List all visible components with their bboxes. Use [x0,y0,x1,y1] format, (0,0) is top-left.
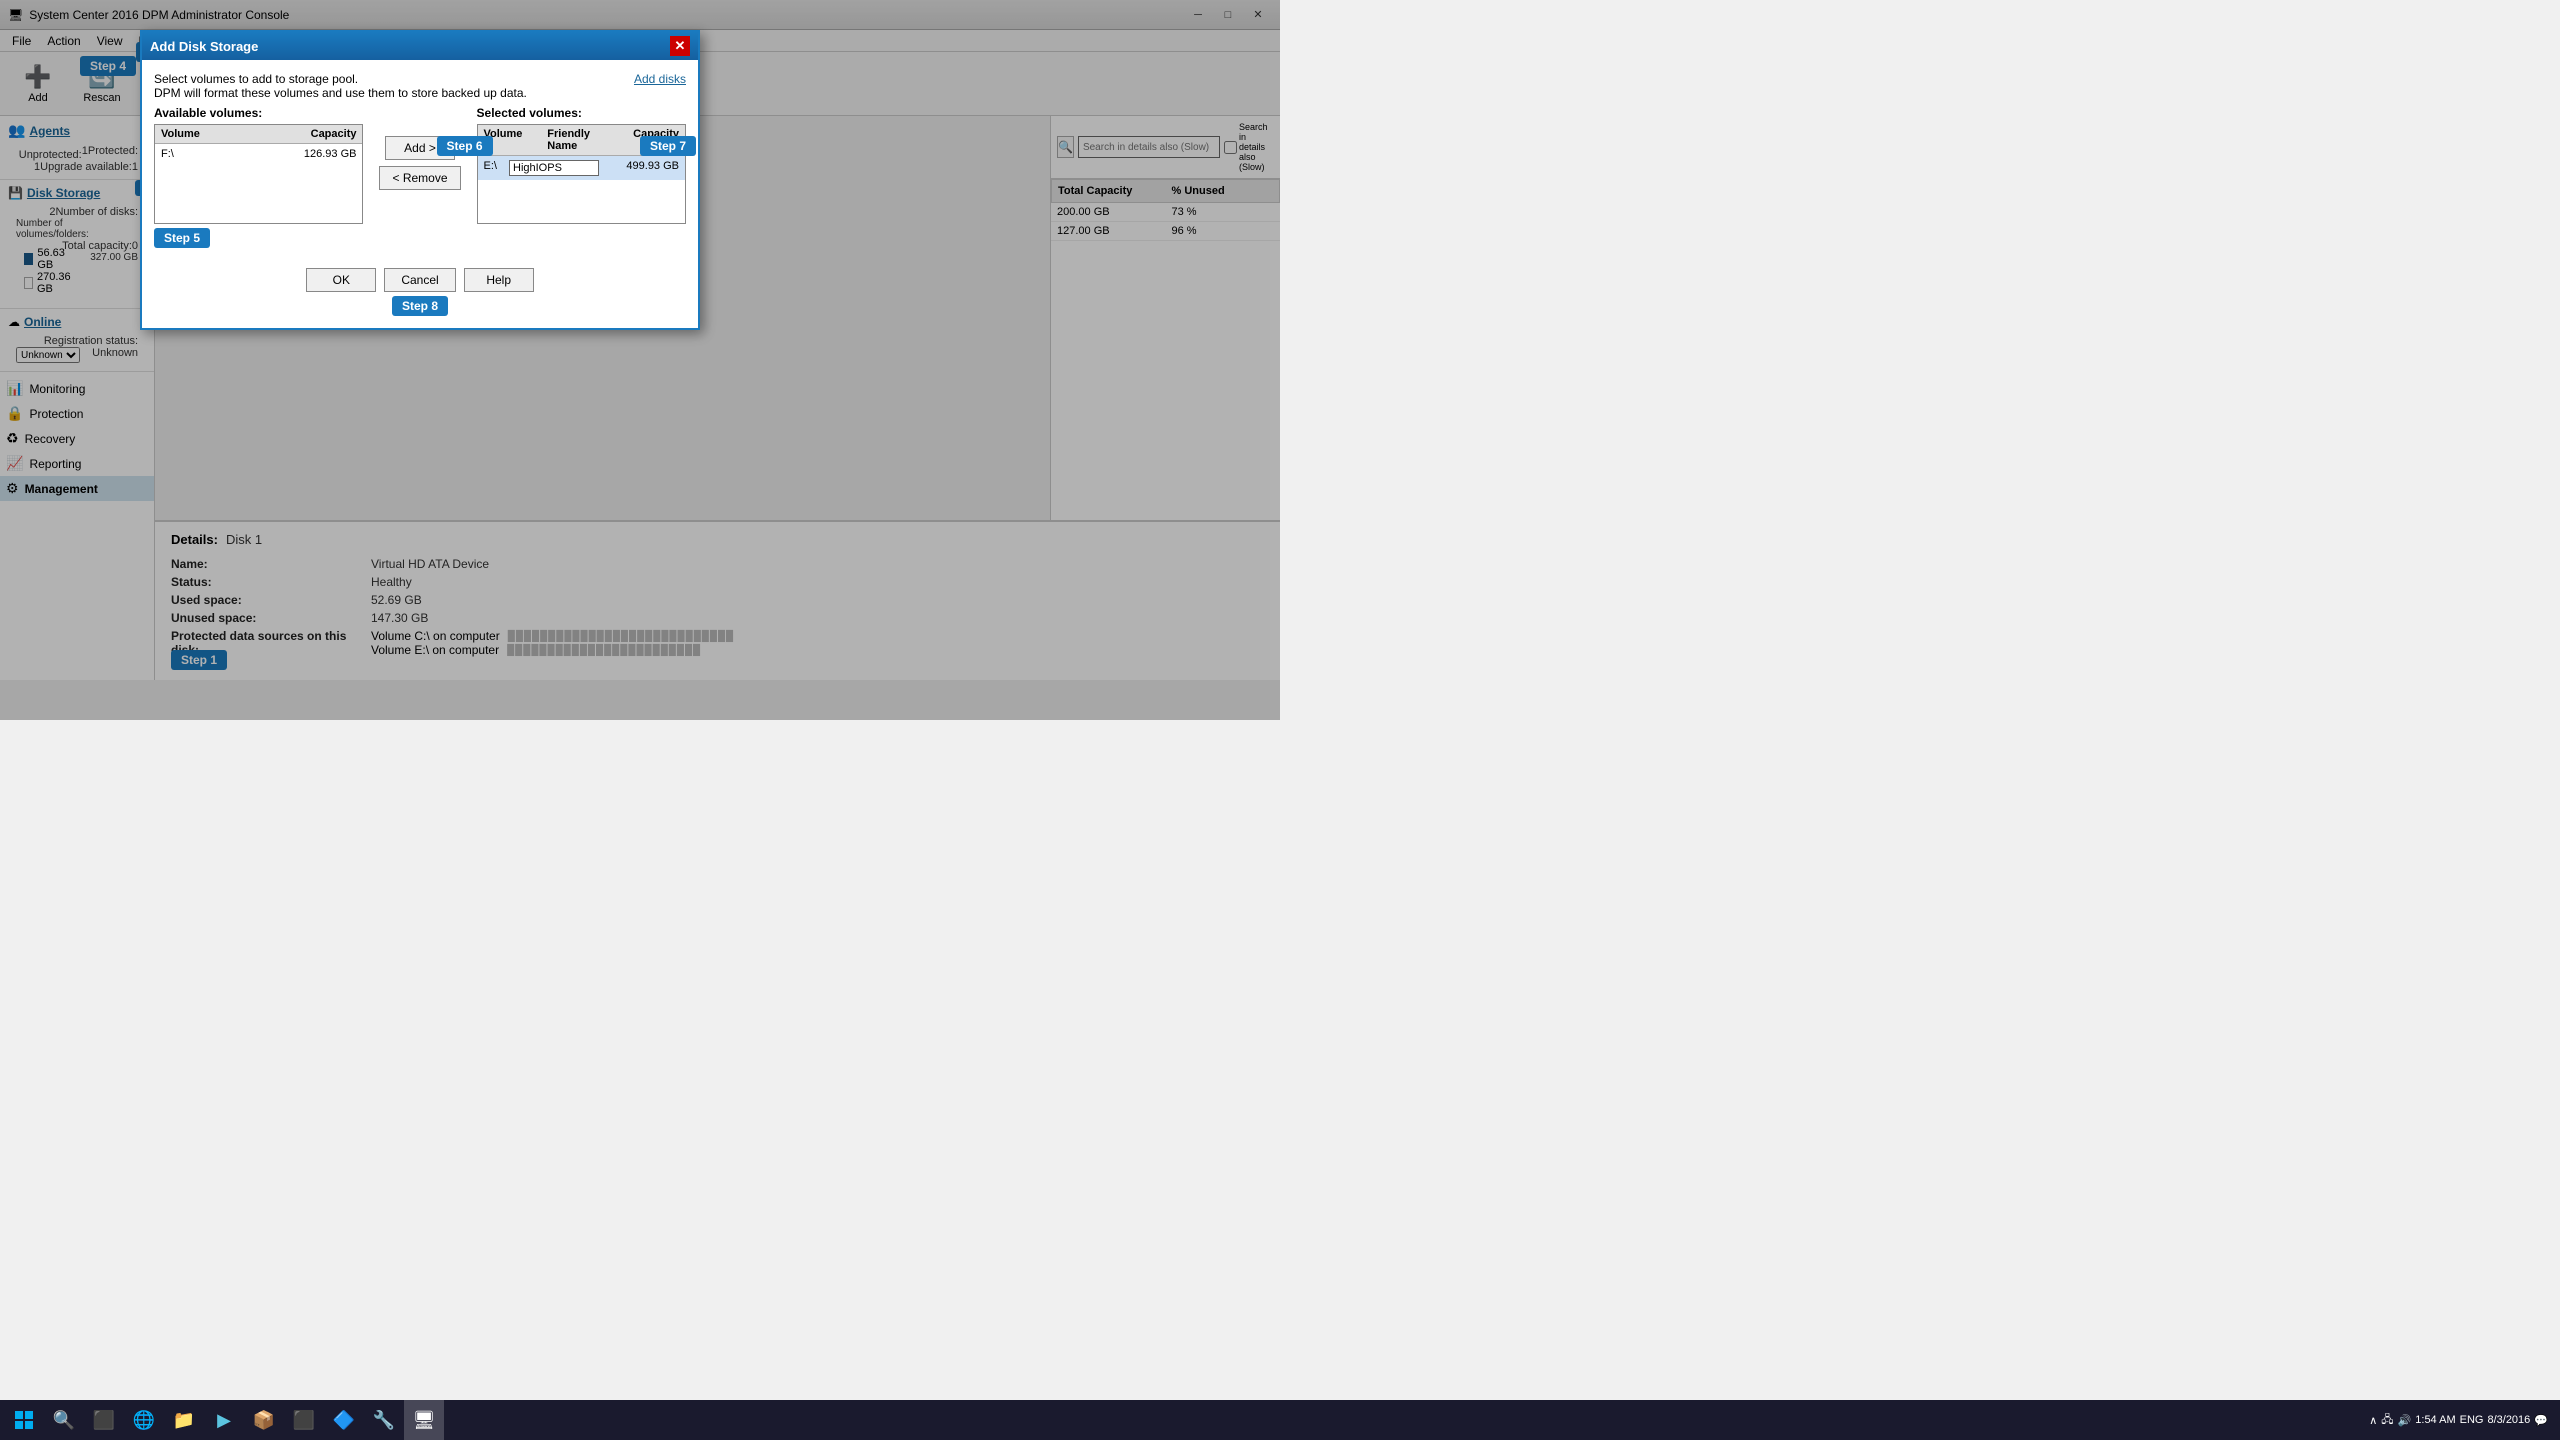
taskbar-app3[interactable]: 🔧 [364,1400,404,1440]
avail-vol-cap: 126.93 GB [272,146,362,162]
friendly-name-input[interactable] [509,160,599,176]
remove-volume-button[interactable]: < Remove [379,166,460,190]
available-volumes-table: Volume Capacity F:\ 126.93 GB [154,124,363,224]
avail-col-volume: Volume [155,125,272,143]
taskbar-chevron-icon: ∧ [2369,1414,2377,1427]
selected-volumes-section: Selected volumes: Volume Friendly Name C… [477,106,686,224]
sel-col-fn: Friendly Name [541,125,605,155]
windows-logo [14,1410,34,1430]
dialog-close-button[interactable]: ✕ [670,36,690,56]
start-button[interactable] [4,1400,44,1440]
taskbar-network-icon: 🖧 [2381,1411,2393,1430]
taskbar-right: ∧ 🖧 🔊 1:54 AM ENG 8/3/2016 💬 [2369,1411,2556,1430]
step6-badge: Step 6 [437,136,493,156]
taskbar-ie[interactable]: 🌐 [124,1400,164,1440]
taskbar-time: 1:54 AM [2415,1414,2455,1426]
dialog-title-bar: Add Disk Storage ✕ [142,32,698,60]
step7-badge: Step 7 [640,136,696,156]
dialog-desc2: DPM will format these volumes and use th… [154,86,527,100]
taskbar-folder[interactable]: 📁 [164,1400,204,1440]
taskbar-volume-icon: 🔊 [2398,1414,2412,1427]
taskbar-task-view[interactable]: ⬛ [84,1400,124,1440]
taskbar-icons: 🔍 ⬛ 🌐 📁 ▶ 📦 ⬛ 🔷 🔧 🖥 [44,1400,444,1440]
taskbar-app2[interactable]: 🔷 [324,1400,364,1440]
dialog-body: Select volumes to add to storage pool. D… [142,60,698,328]
taskbar-notification-icon[interactable]: 💬 [2534,1414,2548,1427]
step5-badge: Step 5 [154,228,210,248]
taskbar-terminal[interactable]: ⬛ [284,1400,324,1440]
dialog-desc: Select volumes to add to storage pool. D… [154,72,527,100]
sel-vol-cap: 499.93 GB [605,158,685,178]
step8-badge: Step 8 [392,296,448,316]
avail-vol-name: F:\ [155,146,272,162]
dialog-desc1: Select volumes to add to storage pool. [154,72,527,86]
available-volumes-section: Available volumes: Volume Capacity F:\ 1… [154,106,363,248]
dialog-overlay: Add Disk Storage ✕ Select volumes to add… [0,0,1280,720]
add-disk-dialog: Add Disk Storage ✕ Select volumes to add… [140,30,700,330]
selected-title: Selected volumes: [477,106,686,120]
sel-row[interactable]: E:\ 499.93 GB [478,156,685,180]
taskbar: 🔍 ⬛ 🌐 📁 ▶ 📦 ⬛ 🔷 🔧 🖥 ∧ 🖧 🔊 1:54 AM ENG 8/… [0,1400,2560,1440]
taskbar-lang: ENG [2460,1414,2484,1426]
taskbar-search[interactable]: 🔍 [44,1400,84,1440]
available-title: Available volumes: [154,106,363,120]
taskbar-ps[interactable]: ▶ [204,1400,244,1440]
avail-col-capacity: Capacity [272,125,362,143]
cancel-button[interactable]: Cancel [384,268,455,292]
taskbar-app1[interactable]: 📦 [244,1400,284,1440]
sel-vol-name: E:\ [478,158,503,178]
taskbar-dpm[interactable]: 🖥 [404,1400,444,1440]
help-button[interactable]: Help [464,268,534,292]
ok-button[interactable]: OK [306,268,376,292]
dialog-title-text: Add Disk Storage [150,39,258,54]
add-disks-link[interactable]: Add disks [634,72,686,100]
avail-row[interactable]: F:\ 126.93 GB [155,144,362,164]
taskbar-date: 8/3/2016 [2487,1414,2530,1426]
